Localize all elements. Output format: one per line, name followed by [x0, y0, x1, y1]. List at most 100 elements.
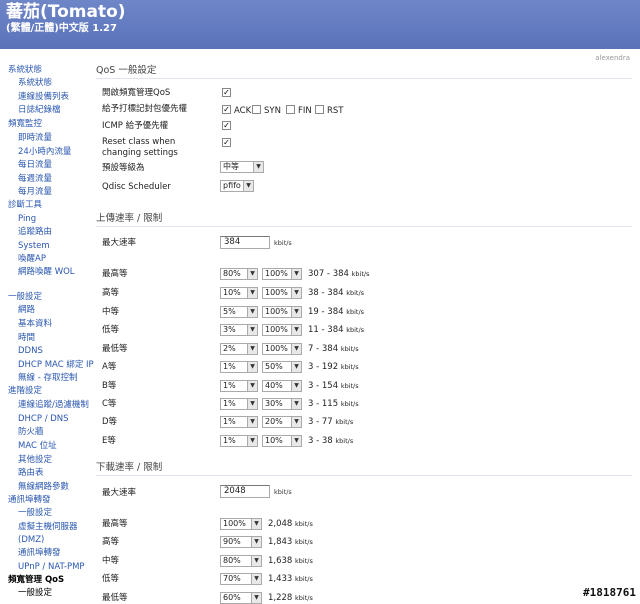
icmp-checkbox[interactable]: ✓	[222, 121, 231, 130]
sidebar-item[interactable]: 一般設定	[8, 292, 42, 302]
sidebar-item[interactable]: (DMZ)	[18, 535, 44, 545]
upload-min-select[interactable]: 2% ▼	[220, 343, 258, 355]
upload-range-unit: kbit/s	[351, 270, 370, 278]
qdisc-select[interactable]: pfifo ▼	[220, 180, 254, 192]
upload-min-select[interactable]: 1% ▼	[220, 416, 258, 428]
upload-min-select[interactable]: 3% ▼	[220, 324, 258, 336]
upload-min-select[interactable]: 1% ▼	[220, 435, 258, 447]
sidebar-item[interactable]: 基本資料	[18, 319, 52, 329]
upload-max-select-value: 50%	[265, 362, 283, 371]
chevron-down-icon: ▼	[247, 362, 257, 372]
sidebar-item[interactable]: 虛擬主機伺服器	[18, 522, 78, 532]
upload-range-unit: kbit/s	[335, 418, 354, 426]
flag-ack-checkbox[interactable]: ✓	[222, 105, 231, 114]
app-subtitle: (繁體/正體)中文版 1.27	[6, 23, 117, 34]
enable-qos-checkbox[interactable]: ✓	[222, 88, 231, 97]
sidebar-item[interactable]: 即時流量	[18, 133, 52, 143]
default-class-select[interactable]: 中等 ▼	[220, 161, 264, 173]
download-max-select[interactable]: 100% ▼	[220, 518, 262, 530]
sidebar-item[interactable]: 24小時內流量	[18, 147, 71, 157]
upload-min-select[interactable]: 1% ▼	[220, 398, 258, 410]
upload-range-value: 19 - 384	[308, 307, 344, 317]
upload-range-unit: kbit/s	[346, 308, 365, 316]
upload-range-value: 3 - 115	[308, 399, 339, 409]
sidebar-item[interactable]: DHCP MAC 綁定 IP	[18, 360, 94, 370]
sidebar-item[interactable]: 一般設定	[18, 588, 52, 598]
upload-max-select-value: 100%	[265, 325, 288, 334]
sidebar-item[interactable]: 無線 - 存取控制	[18, 373, 77, 383]
upload-max-select[interactable]: 30% ▼	[262, 398, 302, 410]
chevron-down-icon: ▼	[291, 325, 301, 335]
prioritize-label: 給予打標記封包優先權	[102, 104, 188, 114]
download-class-name: 高等	[102, 537, 120, 547]
sidebar-item[interactable]: 連線設備列表	[18, 92, 69, 102]
chevron-down-icon: ▼	[247, 344, 257, 354]
download-max-input[interactable]: 2048	[220, 485, 270, 498]
sidebar-item[interactable]: MAC 位址	[18, 441, 57, 451]
flag-rst-checkbox[interactable]	[315, 105, 324, 114]
sidebar-item[interactable]: 防火牆	[18, 427, 44, 437]
download-rate-value: 2,048	[268, 519, 293, 529]
sidebar-item[interactable]: System	[18, 241, 50, 251]
upload-min-select[interactable]: 5% ▼	[220, 306, 258, 318]
sidebar-item[interactable]: 每週流量	[18, 174, 52, 184]
reset-class-checkbox[interactable]: ✓	[222, 138, 231, 147]
upload-max-select-value: 100%	[265, 269, 288, 278]
upload-min-select[interactable]: 80% ▼	[220, 268, 258, 280]
download-max-select[interactable]: 70% ▼	[220, 573, 262, 585]
sidebar-item[interactable]: 頻寬監控	[8, 119, 42, 129]
sidebar-item[interactable]: 頻寬管理 QoS	[8, 575, 64, 585]
upload-max-select[interactable]: 10% ▼	[262, 435, 302, 447]
sidebar-item[interactable]: 進階設定	[8, 386, 42, 396]
upload-max-select[interactable]: 40% ▼	[262, 380, 302, 392]
sidebar-item[interactable]: 網路	[18, 305, 35, 315]
upload-max-select[interactable]: 100% ▼	[262, 268, 302, 280]
download-max-select[interactable]: 90% ▼	[220, 536, 262, 548]
chevron-down-icon: ▼	[247, 325, 257, 335]
upload-max-select[interactable]: 100% ▼	[262, 306, 302, 318]
sidebar-item[interactable]: 路由表	[18, 468, 44, 478]
sidebar-item[interactable]: Ping	[18, 214, 36, 224]
upload-min-select[interactable]: 10% ▼	[220, 287, 258, 299]
download-rate: 1,638 kbit/s	[268, 556, 313, 566]
upload-max-input[interactable]: 384	[220, 236, 270, 249]
flag-fin-checkbox[interactable]	[286, 105, 295, 114]
sidebar-item[interactable]: DHCP / DNS	[18, 414, 69, 424]
sidebar-item[interactable]: 診斷工具	[8, 200, 42, 210]
flag-syn-checkbox[interactable]	[252, 105, 261, 114]
sidebar-item[interactable]: 網路喚醒 WOL	[18, 267, 75, 277]
upload-range-value: 38 - 384	[308, 288, 344, 298]
sidebar-item[interactable]: 每日流量	[18, 160, 52, 170]
sidebar-item[interactable]: 無線網路參數	[18, 482, 69, 492]
sidebar-item[interactable]: 系統狀態	[8, 65, 42, 75]
download-max-label: 最大速率	[102, 488, 137, 498]
sidebar-item[interactable]: DDNS	[18, 346, 43, 356]
upload-max-unit: kbit/s	[274, 239, 292, 247]
sidebar-item[interactable]: 一般設定	[18, 508, 52, 518]
upload-max-select[interactable]: 100% ▼	[262, 287, 302, 299]
upload-range-unit: kbit/s	[346, 326, 365, 334]
sidebar-item[interactable]: 日誌紀錄檔	[18, 105, 61, 115]
sidebar-item[interactable]: 時間	[18, 333, 35, 343]
sidebar-item[interactable]: 系統狀態	[18, 78, 52, 88]
sidebar-item[interactable]: 通訊埠轉發	[18, 548, 61, 558]
upload-max-select[interactable]: 50% ▼	[262, 361, 302, 373]
download-max-select[interactable]: 60% ▼	[220, 592, 262, 604]
sidebar-item[interactable]: UPnP / NAT-PMP	[18, 562, 85, 572]
sidebar-item[interactable]: 每月流量	[18, 187, 52, 197]
upload-min-select[interactable]: 1% ▼	[220, 380, 258, 392]
upload-range-unit: kbit/s	[340, 363, 359, 371]
upload-max-select[interactable]: 100% ▼	[262, 324, 302, 336]
sidebar-item[interactable]: 其他設定	[18, 455, 52, 465]
sidebar-item[interactable]: 連線追蹤/過濾機制	[18, 400, 89, 410]
download-max-select[interactable]: 80% ▼	[220, 555, 262, 567]
upload-max-select[interactable]: 20% ▼	[262, 416, 302, 428]
upload-max-select[interactable]: 100% ▼	[262, 343, 302, 355]
download-rate-value: 1,228	[268, 593, 293, 603]
download-max-select-value: 90%	[223, 537, 241, 546]
upload-min-select[interactable]: 1% ▼	[220, 361, 258, 373]
sidebar-item[interactable]: 追蹤路由	[18, 227, 52, 237]
sidebar-item[interactable]: 通訊埠轉發	[8, 495, 51, 505]
upload-max-select-value: 100%	[265, 307, 288, 316]
sidebar-item[interactable]: 喚醒AP	[18, 254, 46, 264]
